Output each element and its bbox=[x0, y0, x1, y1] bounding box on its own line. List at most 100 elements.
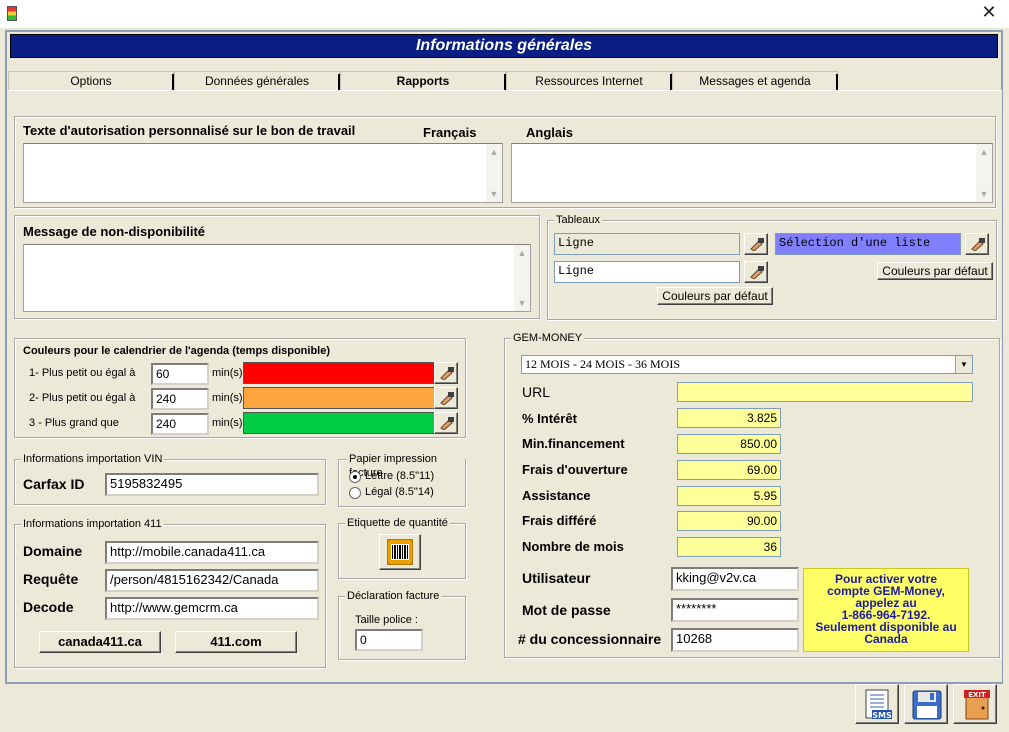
font-size-label: Taille police : bbox=[355, 614, 418, 626]
quantity-label-group: Etiquette de quantité bbox=[338, 516, 466, 579]
calendar-row2-label: 2- Plus petit ou égal à bbox=[29, 392, 136, 404]
selection-color-field[interactable]: Sélection d'une liste bbox=[775, 233, 961, 255]
assistance-label: Assistance bbox=[522, 488, 591, 503]
domain-input[interactable]: http://mobile.canada411.ca bbox=[105, 541, 319, 564]
min-financing-label: Min.financement bbox=[522, 436, 625, 451]
assistance-input[interactable]: 5.95 bbox=[677, 486, 781, 506]
interest-label: % Intérêt bbox=[522, 411, 577, 426]
calendar-row1-label: 1- Plus petit ou égal à bbox=[29, 367, 136, 379]
unavailable-textarea-scrollbar[interactable]: ▲ ▼ bbox=[514, 245, 530, 311]
quantity-label-legend: Etiquette de quantité bbox=[345, 516, 450, 530]
import411-legend: Informations importation 411 bbox=[21, 517, 164, 531]
legal-label: Légal (8.5"14) bbox=[365, 486, 434, 498]
request-input[interactable]: /person/4815162342/Canada bbox=[105, 569, 319, 592]
tab-strip: Options Données générales Rapports Resso… bbox=[8, 71, 1000, 91]
decode-input[interactable]: http://www.gemcrm.ca bbox=[105, 597, 319, 620]
request-label: Requête bbox=[23, 571, 79, 587]
calendar-row3-input[interactable]: 240 bbox=[151, 413, 209, 435]
vin-legend: Informations importation VIN bbox=[21, 452, 165, 466]
close-button[interactable]: ✕ bbox=[977, 3, 1001, 23]
french-textarea-scrollbar[interactable]: ▲ ▼ bbox=[486, 144, 502, 202]
tab-general-data[interactable]: Données générales bbox=[174, 71, 340, 91]
calendar-row2-picker-button[interactable] bbox=[434, 387, 458, 409]
calendar-row3-unit: min(s) bbox=[212, 417, 243, 429]
selection-color-picker-button[interactable] bbox=[965, 233, 989, 255]
deferred-fee-input[interactable]: 90.00 bbox=[677, 511, 781, 531]
tab-reports[interactable]: Rapports bbox=[340, 71, 506, 91]
password-input[interactable]: ******** bbox=[671, 598, 799, 622]
letter-radio[interactable] bbox=[349, 471, 361, 483]
vin-group: Informations importation VIN Carfax ID 5… bbox=[14, 452, 326, 505]
decode-label: Decode bbox=[23, 599, 74, 615]
min-financing-input[interactable]: 850.00 bbox=[677, 434, 781, 454]
invoice-legend: Déclaration facture bbox=[345, 589, 442, 603]
gem-money-group: GEM-MONEY 12 MOIS - 24 MOIS - 36 MOIS ▼ … bbox=[504, 331, 1000, 658]
calendar-row2-unit: min(s) bbox=[212, 392, 243, 404]
exit-button[interactable]: EXIT bbox=[953, 684, 997, 724]
calendar-row1-input[interactable]: 60 bbox=[151, 363, 209, 385]
french-authorization-textarea[interactable]: ▲ ▼ bbox=[23, 143, 503, 203]
row2-color-field[interactable]: Ligne bbox=[554, 261, 740, 283]
interest-input[interactable]: 3.825 bbox=[677, 408, 781, 428]
barcode-button[interactable] bbox=[379, 534, 421, 570]
calendar-row3-picker-button[interactable] bbox=[434, 412, 458, 434]
color-picker-icon bbox=[750, 266, 764, 279]
tab-options[interactable]: Options bbox=[8, 71, 174, 91]
months-input[interactable]: 36 bbox=[677, 537, 781, 557]
unavailable-textarea[interactable]: ▲ ▼ bbox=[23, 244, 531, 312]
sms-icon: SMS bbox=[865, 689, 892, 720]
calendar-row3-swatch bbox=[243, 412, 435, 434]
sms-button[interactable]: SMS bbox=[855, 684, 899, 724]
color-picker-icon bbox=[971, 238, 985, 251]
opening-fee-input[interactable]: 69.00 bbox=[677, 460, 781, 480]
french-label: Français bbox=[423, 125, 477, 140]
calendar-row2-input[interactable]: 240 bbox=[151, 388, 209, 410]
tab-messages-agenda[interactable]: Messages et agenda bbox=[672, 71, 838, 91]
calendar-row1-swatch bbox=[243, 362, 435, 384]
canada411-button[interactable]: canada411.ca bbox=[39, 631, 161, 653]
term-select[interactable]: 12 MOIS - 24 MOIS - 36 MOIS ▼ bbox=[521, 355, 973, 374]
font-size-input[interactable]: 0 bbox=[355, 629, 423, 651]
invoice-group: Déclaration facture Taille police : 0 bbox=[338, 589, 466, 660]
color-picker-icon bbox=[440, 392, 454, 405]
exit-door-icon: EXIT bbox=[964, 690, 990, 720]
color-picker-icon bbox=[440, 417, 454, 430]
calendar-row1-picker-button[interactable] bbox=[434, 362, 458, 384]
url-label: URL bbox=[522, 384, 551, 400]
english-authorization-textarea[interactable]: ▲ ▼ bbox=[511, 143, 993, 203]
default-colors-left-button[interactable]: Couleurs par défaut bbox=[657, 287, 773, 305]
unavailable-group: Message de non-disponibilité ▲ ▼ bbox=[14, 215, 540, 319]
svg-text:EXIT: EXIT bbox=[968, 691, 986, 699]
paper-group: Papier impression facture Lettre (8.5"11… bbox=[338, 452, 466, 507]
user-label: Utilisateur bbox=[522, 570, 591, 586]
legal-radio[interactable] bbox=[349, 487, 361, 499]
calendar-row3-label: 3 - Plus grand que bbox=[29, 417, 119, 429]
barcode-icon bbox=[387, 539, 413, 565]
floppy-save-icon bbox=[912, 690, 942, 720]
url-input[interactable] bbox=[677, 382, 973, 402]
chevron-down-icon[interactable]: ▼ bbox=[955, 356, 972, 373]
carfax-id-input[interactable]: 5195832495 bbox=[105, 473, 319, 496]
dealer-input[interactable]: 10268 bbox=[671, 628, 799, 652]
domain-label: Domaine bbox=[23, 543, 83, 559]
row1-color-field[interactable]: Ligne bbox=[554, 233, 740, 255]
tableaux-legend: Tableaux bbox=[554, 213, 603, 227]
color-picker-icon bbox=[750, 238, 764, 251]
dealer-label: # du concessionnaire bbox=[518, 631, 662, 647]
password-label: Mot de passe bbox=[522, 602, 611, 618]
save-button[interactable] bbox=[904, 684, 948, 724]
traffic-light-icon bbox=[7, 6, 17, 21]
default-colors-right-button[interactable]: Couleurs par défaut bbox=[877, 262, 993, 280]
gem-activation-notice: Pour activer votre compte GEM-Money, app… bbox=[803, 568, 969, 652]
gem-money-legend: GEM-MONEY bbox=[511, 331, 585, 345]
authorization-group: Texte d'autorisation personnalisé sur le… bbox=[14, 116, 996, 208]
english-label: Anglais bbox=[526, 125, 573, 140]
row2-color-picker-button[interactable] bbox=[744, 261, 768, 283]
tab-internet-resources[interactable]: Ressources Internet bbox=[506, 71, 672, 91]
user-input[interactable]: kking@v2v.ca bbox=[671, 567, 799, 591]
months-label: Nombre de mois bbox=[522, 539, 624, 554]
row1-color-picker-button[interactable] bbox=[744, 233, 768, 255]
411com-button[interactable]: 411.com bbox=[175, 631, 297, 653]
english-textarea-scrollbar[interactable]: ▲ ▼ bbox=[976, 144, 992, 202]
import411-group: Informations importation 411 Domaine htt… bbox=[14, 517, 326, 668]
